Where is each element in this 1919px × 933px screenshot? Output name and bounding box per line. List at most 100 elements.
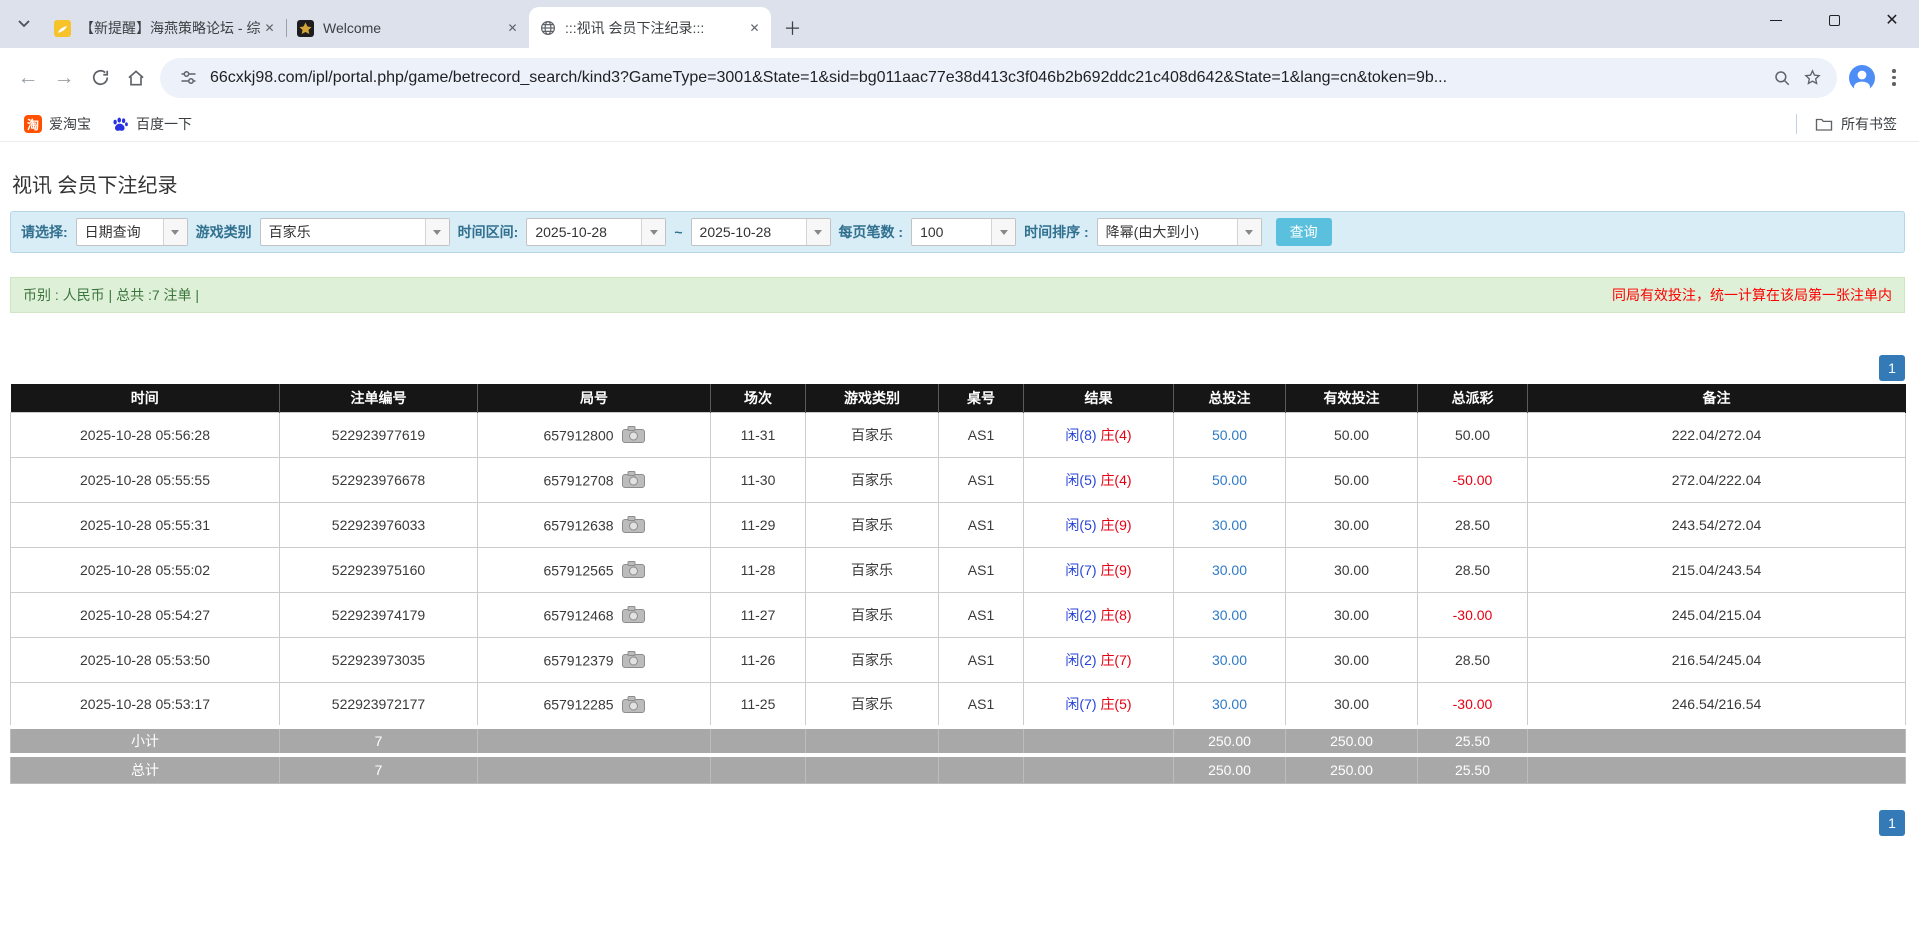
cell-total-bet[interactable]: 30.00 [1174,547,1286,592]
pagination-top: 1 [10,355,1905,381]
date-from-select[interactable]: 2025-10-28 [526,218,666,246]
camera-icon[interactable] [622,561,645,578]
cell-total-bet[interactable]: 50.00 [1174,412,1286,457]
reload-icon[interactable] [82,60,118,96]
cell-payout: -30.00 [1418,592,1528,637]
page-number-button[interactable]: 1 [1879,355,1905,381]
cell-payout: 50.00 [1418,412,1528,457]
total-bet-link[interactable]: 30.00 [1212,652,1247,668]
date-to-select[interactable]: 2025-10-28 [691,218,831,246]
profile-avatar[interactable] [1845,61,1879,95]
address-bar[interactable]: 66cxkj98.com/ipl/portal.php/game/betreco… [160,58,1837,98]
browser-tab-forum[interactable]: 【新提醒】海燕策略论坛 - 综合 ✕ [44,8,286,48]
camera-icon[interactable] [622,651,645,668]
new-tab-button[interactable]: ＋ [779,14,806,41]
table-row: 2025-10-28 05:56:28522923977619657912800… [11,412,1906,457]
page-size-label: 每页笔数 : [839,222,904,242]
cell-total-bet[interactable]: 30.00 [1174,682,1286,727]
cell-table-no: AS1 [939,412,1024,457]
footer-empty [711,727,806,755]
maximize-icon[interactable] [1819,6,1849,34]
emblem-favicon [297,20,314,37]
total-bet-link[interactable]: 50.00 [1212,427,1247,443]
filter-panel: 请选择: 日期查询 游戏类别 百家乐 时间区间: 2025-10-28 ~ 20… [10,211,1905,253]
page-number-button[interactable]: 1 [1879,810,1905,836]
zoom-icon[interactable] [1767,63,1797,93]
chevron-down-icon[interactable] [1237,219,1261,245]
bet-records-table: 时间注单编号局号场次游戏类别桌号结果总投注有效投注总派彩备注 2025-10-2… [10,384,1906,784]
range-separator: ~ [674,224,682,240]
chevron-down-icon[interactable] [163,219,187,245]
minimize-icon[interactable] [1761,6,1791,34]
url-text[interactable]: 66cxkj98.com/ipl/portal.php/game/betreco… [210,69,1767,87]
query-type-select[interactable]: 日期查询 [76,218,188,246]
cell-total-bet[interactable]: 50.00 [1174,457,1286,502]
cell-payout: 28.50 [1418,502,1528,547]
result-banker: 庄(4) [1100,472,1131,488]
cell-total-bet[interactable]: 30.00 [1174,502,1286,547]
globe-favicon [539,19,556,36]
close-icon[interactable]: ✕ [504,20,521,37]
chevron-down-icon[interactable] [991,219,1015,245]
table-row: 2025-10-28 05:55:55522923976678657912708… [11,457,1906,502]
bookmark-aitaobao[interactable]: 淘 爱淘宝 [14,110,101,138]
chevron-down-icon[interactable] [641,219,665,245]
game-category-select[interactable]: 百家乐 [260,218,450,246]
camera-icon[interactable] [622,426,645,443]
chevron-down-icon[interactable] [425,219,449,245]
camera-icon[interactable] [622,471,645,488]
camera-icon[interactable] [622,696,645,713]
total-bet-link[interactable]: 50.00 [1212,472,1247,488]
browser-tab-welcome[interactable]: Welcome ✕ [287,8,529,48]
result-player: 闲(2) [1065,607,1096,623]
page-size-select[interactable]: 100 [911,218,1016,246]
footer-payout: 25.50 [1418,755,1528,783]
column-header: 桌号 [939,384,1024,412]
cell-bet-id: 522923977619 [280,412,478,457]
cell-remark: 245.04/215.04 [1528,592,1906,637]
result-banker: 庄(7) [1100,652,1131,668]
cell-game-type: 百家乐 [806,502,939,547]
column-header: 局号 [478,384,711,412]
footer-empty [806,727,939,755]
notice-text: 同局有效投注，统一计算在该局第一张注单内 [1612,285,1892,305]
total-bet-link[interactable]: 30.00 [1212,607,1247,623]
cell-session: 11-26 [711,637,806,682]
chevron-down-icon[interactable] [806,219,830,245]
total-bet-link[interactable]: 30.00 [1212,696,1247,712]
camera-icon[interactable] [622,606,645,623]
browser-tab-bet-records[interactable]: :::视讯 会员下注纪录::: ✕ [529,7,771,48]
footer-empty [711,755,806,783]
total-bet-link[interactable]: 30.00 [1212,517,1247,533]
cell-time: 2025-10-28 05:54:27 [11,592,280,637]
table-row: 2025-10-28 05:54:27522923974179657912468… [11,592,1906,637]
site-info-icon[interactable] [174,64,202,92]
date-to-value: 2025-10-28 [692,219,806,245]
sort-label: 时间排序 : [1024,222,1089,242]
total-bet-link[interactable]: 30.00 [1212,562,1247,578]
cell-total-bet[interactable]: 30.00 [1174,637,1286,682]
bookmark-star-icon[interactable] [1797,63,1827,93]
tab-search-button[interactable] [10,10,38,38]
cell-total-bet[interactable]: 30.00 [1174,592,1286,637]
sort-select[interactable]: 降幂(由大到小) [1097,218,1262,246]
footer-total-bet: 250.00 [1174,755,1286,783]
browser-menu-icon[interactable] [1879,61,1909,95]
back-icon[interactable]: ← [10,60,46,96]
close-icon[interactable]: ✕ [261,20,278,37]
cell-valid-bet: 50.00 [1286,457,1418,502]
close-window-icon[interactable]: ✕ [1877,6,1907,34]
home-icon[interactable] [118,60,154,96]
footer-label: 小计 [11,727,280,755]
cell-result: 闲(7) 庄(9) [1024,547,1174,592]
close-icon[interactable]: ✕ [746,19,763,36]
bookmark-baidu[interactable]: 百度一下 [101,110,202,138]
cell-table-no: AS1 [939,592,1024,637]
search-button[interactable]: 查询 [1276,218,1332,246]
forward-icon[interactable]: → [46,60,82,96]
camera-icon[interactable] [622,516,645,533]
footer-empty [1528,755,1906,783]
cell-time: 2025-10-28 05:55:55 [11,457,280,502]
all-bookmarks-button[interactable]: 所有书签 [1807,110,1905,138]
cell-result: 闲(5) 庄(4) [1024,457,1174,502]
